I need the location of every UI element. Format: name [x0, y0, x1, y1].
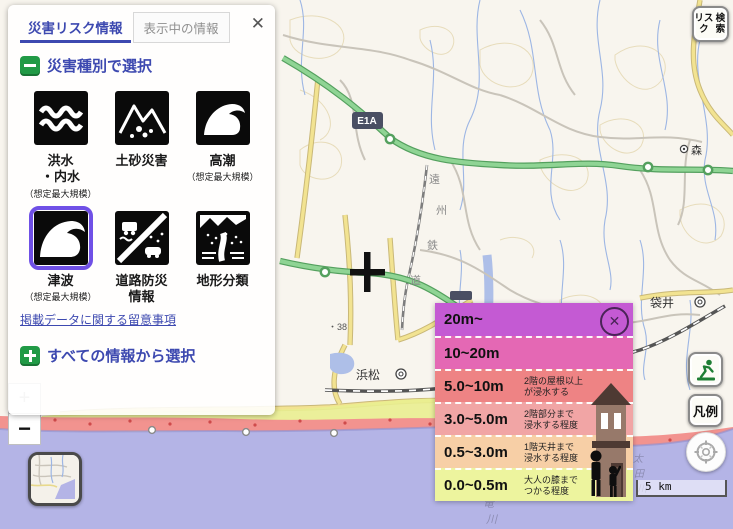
legend-rows: 20m~10~20m5.0~10m2階の屋根以上が浸水する3.0~5.0m2階部…: [435, 303, 633, 501]
hazard-note-flood: （想定最大規模）: [24, 187, 96, 200]
landslide-icon: [115, 91, 169, 145]
svg-text:州: 州: [436, 205, 447, 217]
panel-tabs: 災害リスク情報 表示中の情報: [20, 13, 263, 43]
hazard-item-road-disaster: 道路防災情報: [101, 206, 182, 306]
hazard-label-flood: 洪水・内水: [41, 153, 80, 186]
expressway-badge-label: E1A: [357, 116, 376, 127]
legend-description: 2階の屋根以上が浸水する: [524, 376, 583, 398]
hazard-button-tsunami[interactable]: [29, 206, 93, 270]
minimap-thumbnail: [31, 455, 75, 499]
hazard-button-landslide[interactable]: [110, 86, 174, 150]
legend-range: 10~20m: [444, 345, 524, 362]
svg-text:道: 道: [410, 273, 421, 287]
zoom-out-button[interactable]: −: [8, 414, 41, 445]
legend-row-4: 3.0~5.0m2階部分まで浸水する程度: [435, 402, 633, 435]
legend-range: 0.5~3.0m: [444, 444, 524, 461]
hazard-note-tsunami: （想定最大規模）: [24, 290, 96, 303]
landform-icon: [196, 211, 250, 265]
hazard-button-flood[interactable]: [29, 86, 93, 150]
tab-displayed-info[interactable]: 表示中の情報: [133, 12, 230, 43]
town-label-mori: 森: [691, 143, 702, 157]
hazard-button-landform[interactable]: [191, 206, 255, 270]
flood-icon: [34, 91, 88, 145]
hazard-item-storm-surge: 高潮（想定最大規模）: [182, 86, 263, 200]
running-person-icon: [694, 358, 718, 382]
legend-range: 20m~: [444, 311, 524, 328]
hazard-item-flood: 洪水・内水（想定最大規模）: [20, 86, 101, 200]
city-label-fukuroi: 袋井: [650, 296, 674, 310]
legend-range: 5.0~10m: [444, 378, 524, 395]
hazard-label-tsunami: 津波: [47, 273, 73, 289]
legend-close-icon[interactable]: ✕: [600, 307, 629, 336]
hazard-map-app: E1A 森 袋井 浜松 ・38 遠 州 鉄 道 竜 川 太 田: [0, 0, 733, 529]
legend-row-5: 0.5~3.0m1階天井まで浸水する程度: [435, 435, 633, 468]
section-title-select-all: すべての情報から選択: [47, 345, 195, 366]
svg-text:川: 川: [486, 514, 498, 526]
spot-height-label: ・38: [328, 322, 347, 332]
section-title-by-type: 災害種別で選択: [47, 55, 152, 76]
compass-icon: [693, 439, 719, 465]
hazard-button-storm-surge[interactable]: [191, 86, 255, 150]
data-notice-link[interactable]: 掲載データに関する留意事項: [20, 311, 176, 328]
disaster-risk-panel: 災害リスク情報 表示中の情報 ✕ 災害種別で選択 洪水・内水（想定最大規模） 土…: [8, 5, 275, 415]
hazard-item-landform: 地形分類: [182, 206, 263, 306]
hazard-label-road-disaster: 道路防災情報: [115, 273, 167, 306]
svg-text:田: 田: [634, 469, 645, 480]
evacuation-site-button[interactable]: [688, 352, 723, 387]
storm-surge-icon: [196, 91, 250, 145]
legend-description: 2階部分まで浸水する程度: [524, 409, 578, 431]
legend-range: 0.0~0.5m: [444, 477, 524, 494]
city-symbol-fukuroi: [695, 297, 705, 307]
minimap-button[interactable]: [28, 452, 82, 506]
tsunami-depth-legend: 20m~10~20m5.0~10m2階の屋根以上が浸水する3.0~5.0m2階部…: [435, 303, 633, 501]
map-scale-bar: 5 km: [636, 480, 727, 497]
legend-row-6: 0.0~0.5m大人の膝までつかる程度: [435, 468, 633, 501]
compass-button[interactable]: [686, 432, 726, 472]
legend-button[interactable]: 凡例: [688, 394, 723, 427]
road-disaster-icon: [115, 211, 169, 265]
panel-close-icon[interactable]: ✕: [251, 15, 265, 32]
hazard-button-road-disaster[interactable]: [110, 206, 174, 270]
station-rect: [450, 291, 472, 300]
hazard-note-storm-surge: （想定最大規模）: [186, 170, 258, 183]
hazard-label-landslide: 土砂災害: [115, 153, 167, 169]
city-symbol-hamamatsu: [396, 369, 406, 379]
section-select-by-type: 災害種別で選択: [20, 55, 263, 76]
legend-range: 3.0~5.0m: [444, 411, 524, 428]
legend-row-2: 10~20m: [435, 336, 633, 369]
risk-search-button[interactable]: リスク検索: [692, 6, 729, 42]
expand-plus-icon[interactable]: [20, 346, 40, 366]
hazard-item-tsunami: 津波（想定最大規模）: [20, 206, 101, 306]
section-select-all: すべての情報から選択: [20, 345, 263, 366]
svg-text:鉄: 鉄: [427, 238, 438, 252]
legend-row-3: 5.0~10m2階の屋根以上が浸水する: [435, 369, 633, 402]
hazard-type-grid: 洪水・内水（想定最大規模） 土砂災害 高潮（想定最大規模） 津波（想定最大規模）…: [20, 86, 263, 305]
tsunami-icon: [34, 211, 88, 265]
svg-text:太: 太: [633, 453, 644, 465]
legend-description: 大人の膝までつかる程度: [524, 475, 578, 497]
collapse-minus-icon[interactable]: [20, 56, 40, 76]
tab-disaster-risk-info[interactable]: 災害リスク情報: [20, 13, 131, 43]
hazard-item-landslide: 土砂災害: [101, 86, 182, 200]
city-label-hamamatsu: 浜松: [356, 368, 380, 382]
svg-text:遠: 遠: [429, 173, 440, 186]
hazard-label-landform: 地形分類: [196, 273, 248, 289]
hazard-label-storm-surge: 高潮: [209, 153, 235, 169]
legend-description: 1階天井まで浸水する程度: [524, 442, 578, 464]
